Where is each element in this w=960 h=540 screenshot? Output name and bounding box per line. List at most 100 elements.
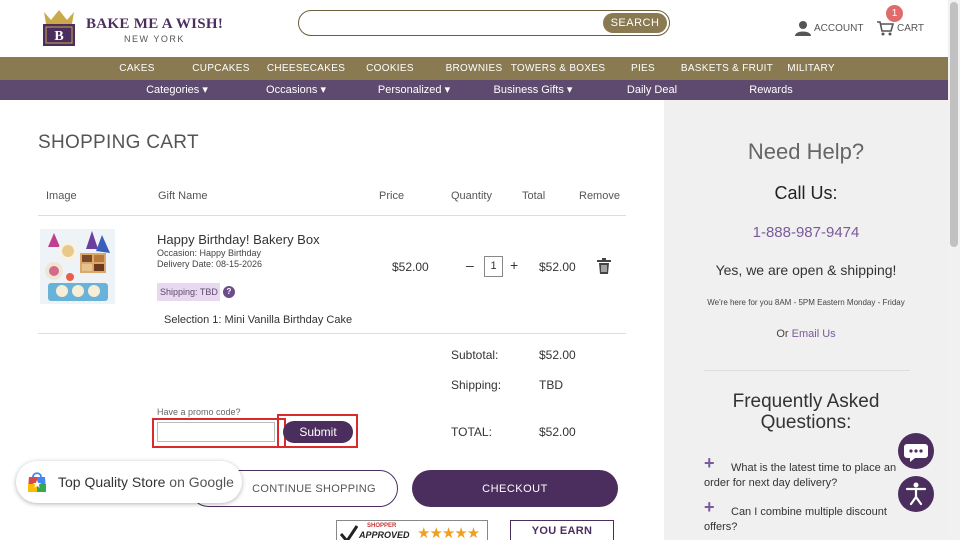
nav-item-military[interactable]: MILITARY <box>787 57 835 80</box>
nav-item-personalized[interactable]: Personalized ▾ <box>378 80 450 100</box>
column-header-gift-name: Gift Name <box>158 190 208 202</box>
faq-question: What is the latest time to place an orde… <box>704 462 897 489</box>
product-selection: Selection 1: Mini Vanilla Birthday Cake <box>164 314 353 326</box>
google-badge-main: Top Quality Store <box>58 474 166 490</box>
faq-heading: Frequently Asked Questions: <box>732 391 880 433</box>
shipping-status-badge: Shipping: TBD <box>157 283 220 301</box>
brand-location: NEW YORK <box>124 34 185 44</box>
nav-item-baskets-fruit[interactable]: BASKETS & FRUIT <box>681 57 773 80</box>
product-image[interactable] <box>40 229 115 304</box>
logo-letter: B <box>54 29 63 44</box>
search-input[interactable] <box>309 14 589 32</box>
quantity-decrease-button[interactable]: – <box>466 257 474 273</box>
email-us-link[interactable]: Email Us <box>792 328 836 340</box>
item-price: $52.00 <box>392 260 429 274</box>
scrollbar-thumb[interactable] <box>950 2 958 247</box>
cart-link[interactable]: CART <box>877 18 924 38</box>
nav-item-cheesecakes[interactable]: CHEESECAKES <box>267 57 345 80</box>
shopper-badge-top: SHOPPER <box>367 523 397 529</box>
faq-item[interactable]: + What is the latest time to place an or… <box>704 454 909 491</box>
checkout-button[interactable]: CHECKOUT <box>412 470 618 507</box>
user-icon <box>795 21 811 36</box>
shipping-label: Shipping: <box>451 378 502 392</box>
cart-label: CART <box>897 22 925 34</box>
total-label: TOTAL: <box>451 425 492 439</box>
shipping-value: TBD <box>539 378 563 392</box>
nav-item-cookies[interactable]: COOKIES <box>366 57 414 80</box>
shopping-bag-icon <box>28 472 46 492</box>
nav-item-cakes[interactable]: CAKES <box>119 57 154 80</box>
chat-button[interactable] <box>898 433 934 469</box>
primary-nav: CAKES CUPCAKES CHEESECAKES COOKIES BROWN… <box>0 57 948 80</box>
checkmark-icon <box>340 525 358 540</box>
nav-item-daily-deal[interactable]: Daily Deal <box>627 80 677 100</box>
google-badge-text: Top Quality Store on Google <box>58 474 234 490</box>
account-label: ACCOUNT <box>814 22 864 34</box>
accessibility-button[interactable] <box>898 476 934 512</box>
product-name[interactable]: Happy Birthday! Bakery Box <box>157 232 320 247</box>
nav-item-business-gifts[interactable]: Business Gifts ▾ <box>494 80 573 100</box>
product-occasion: Occasion: Happy Birthday <box>157 248 262 258</box>
subtotal-value: $52.00 <box>539 348 576 362</box>
nav-item-occasions[interactable]: Occasions ▾ <box>266 80 326 100</box>
promo-code-label: Have a promo code? <box>157 407 241 417</box>
column-header-price: Price <box>379 190 405 202</box>
subtotal-label: Subtotal: <box>451 348 499 362</box>
site-header: B BAKE ME A WISH! NEW YORK SEARCH ACCOUN… <box>0 0 948 57</box>
shopping-cart-icon <box>877 20 894 35</box>
you-earn-label: YOU EARN <box>531 525 593 537</box>
nav-item-rewards[interactable]: Rewards <box>749 80 792 100</box>
google-store-badge[interactable]: Top Quality Store on Google <box>16 461 242 503</box>
quantity-input[interactable]: 1 <box>484 256 503 277</box>
help-icon[interactable]: ? <box>223 286 235 298</box>
phone-link[interactable]: 1-888-987-9474 <box>664 224 948 241</box>
brand-logo[interactable]: B BAKE ME A WISH! NEW YORK <box>36 8 226 50</box>
nav-item-cupcakes[interactable]: CUPCAKES <box>192 57 249 80</box>
page-title: SHOPPING CART <box>38 132 199 153</box>
accessibility-icon <box>905 482 927 506</box>
logo-badge-icon: B <box>43 10 75 46</box>
business-hours: We're here for you 8AM - 5PM Eastern Mon… <box>707 298 905 307</box>
nav-item-brownies[interactable]: BROWNIES <box>446 57 503 80</box>
call-us-heading: Call Us: <box>774 183 838 203</box>
highlight-box <box>152 418 286 448</box>
chat-bubble-icon <box>904 444 928 462</box>
total-value: $52.00 <box>539 425 576 439</box>
brand-name: BAKE ME A WISH! <box>86 16 224 32</box>
secondary-nav: Categories ▾ Occasions ▾ Personalized ▾ … <box>0 80 948 100</box>
page-scrollbar[interactable] <box>948 0 960 540</box>
open-status-text: Yes, we are open & shipping! <box>715 262 897 278</box>
column-header-remove: Remove <box>579 190 620 202</box>
rewards-earn-box: YOU EARN <box>510 520 614 540</box>
account-link[interactable]: ACCOUNT <box>795 18 863 38</box>
column-header-total: Total <box>522 190 546 202</box>
email-line: Or Email Us <box>664 328 948 340</box>
divider <box>38 215 626 216</box>
cart-count-badge: 1 <box>886 5 903 22</box>
item-total: $52.00 <box>539 260 576 274</box>
need-help-heading: Need Help? <box>747 139 865 164</box>
faq-question: Can I combine multiple discount offers? <box>704 506 887 533</box>
google-badge-suffix: on Google <box>169 474 234 490</box>
nav-item-categories[interactable]: Categories ▾ <box>146 80 208 100</box>
star-rating-icon: ★★★★★ <box>417 525 480 540</box>
quantity-increase-button[interactable]: + <box>510 257 518 273</box>
plus-icon: + <box>704 497 715 517</box>
column-header-image: Image <box>46 190 77 202</box>
faq-item[interactable]: + Can I combine multiple discount offers… <box>704 498 909 535</box>
shopper-approved-badge[interactable]: SHOPPER APPROVED ★★★★★ <box>336 520 488 540</box>
trash-icon[interactable] <box>597 258 611 274</box>
plus-icon: + <box>704 453 715 473</box>
shopper-badge-approved: APPROVED <box>359 530 410 540</box>
search-button[interactable]: SEARCH <box>603 13 667 33</box>
divider <box>38 333 626 334</box>
promo-submit-button[interactable]: Submit <box>283 421 353 443</box>
divider <box>704 370 910 371</box>
nav-item-pies[interactable]: PIES <box>631 57 655 80</box>
product-delivery-date: Delivery Date: 08-15-2026 <box>157 259 263 269</box>
column-header-quantity: Quantity <box>451 190 492 202</box>
or-text: Or <box>776 328 789 340</box>
nav-item-towers-boxes[interactable]: TOWERS & BOXES <box>511 57 606 80</box>
page: B BAKE ME A WISH! NEW YORK SEARCH ACCOUN… <box>0 0 960 540</box>
search-bar: SEARCH <box>298 10 670 36</box>
